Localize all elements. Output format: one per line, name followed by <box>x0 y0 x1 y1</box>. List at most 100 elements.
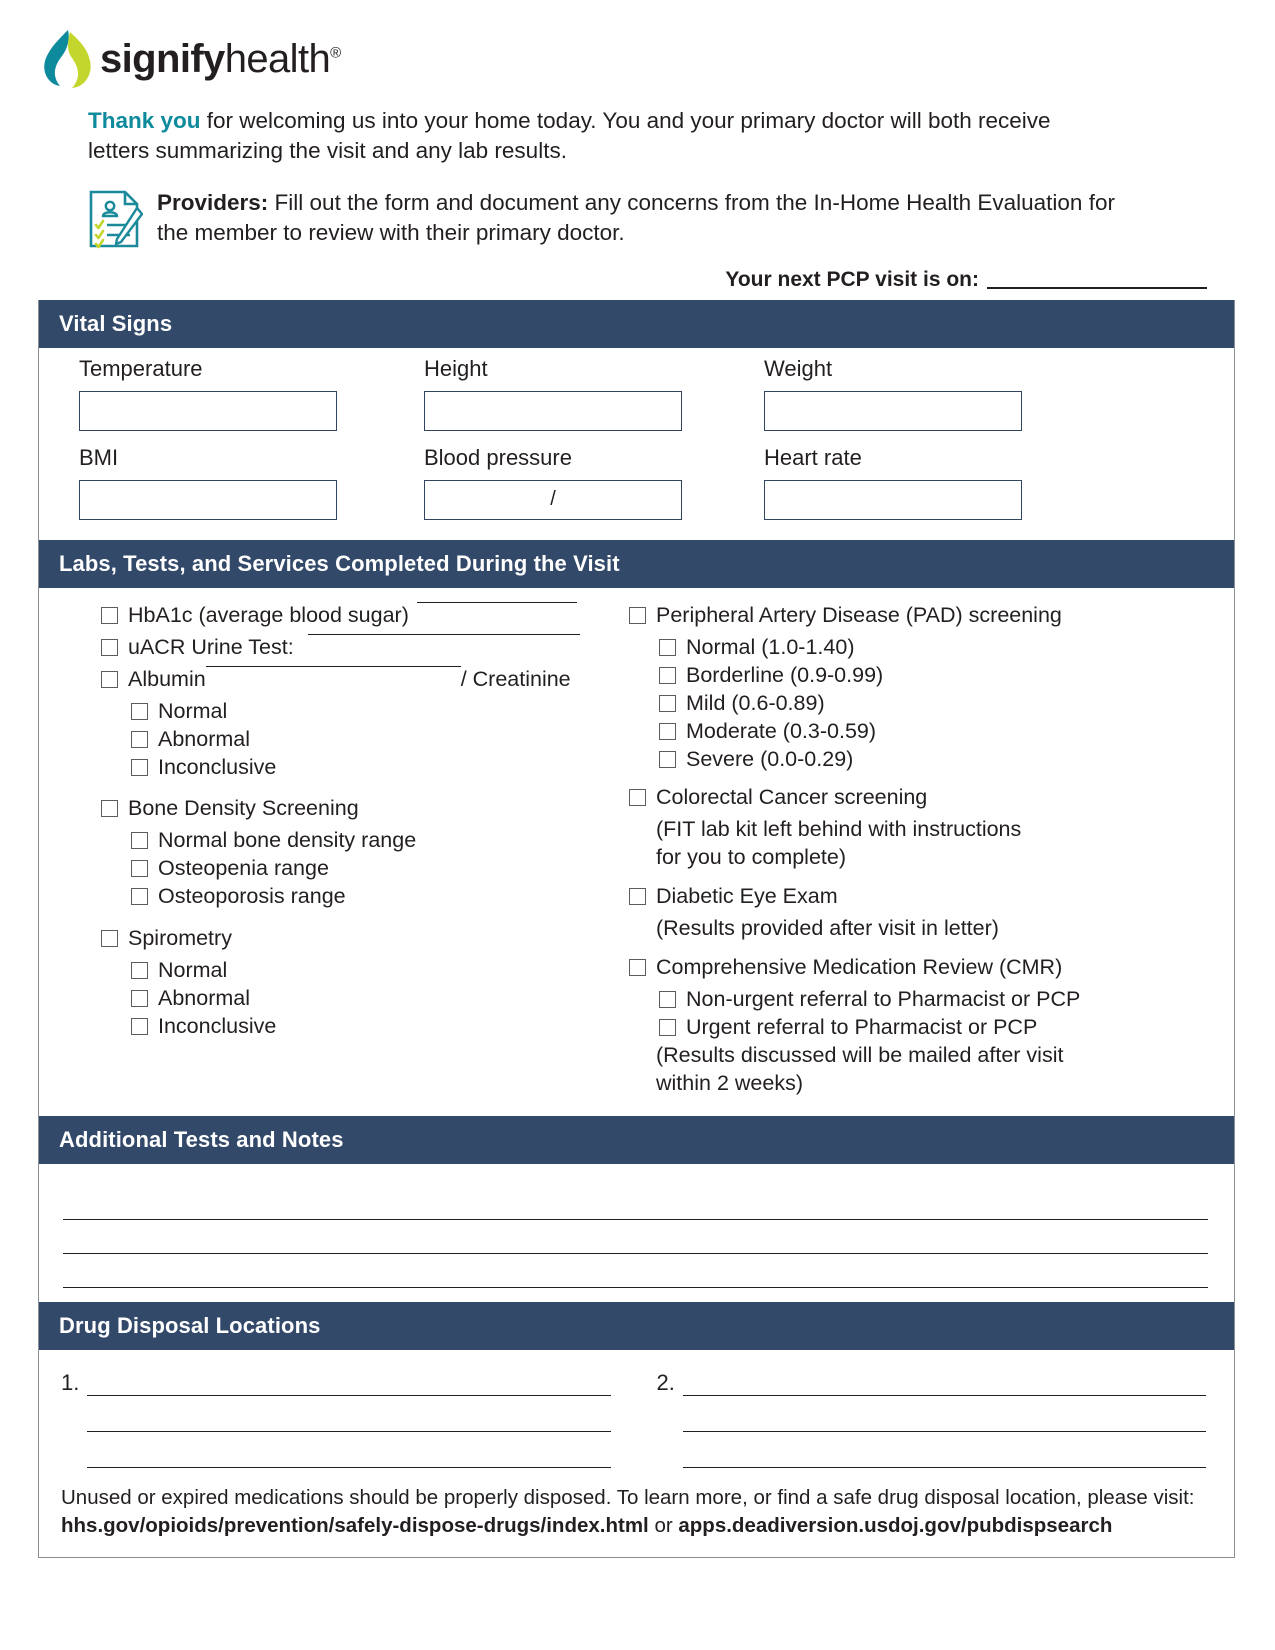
spirometry-options-group: Normal Abnormal Inconclusive <box>101 957 619 1041</box>
drug-disposal-input-1a[interactable] <box>87 1370 611 1396</box>
note-colorectal-line2: for you to complete) <box>656 845 847 870</box>
checkbox-row-albumin[interactable]: Albumin / Creatinine <box>101 665 619 694</box>
brand-header: signifyhealth® <box>0 0 1275 90</box>
checkbox-cmr-nonurgent[interactable] <box>659 991 676 1009</box>
checkbox-row-colorectal[interactable]: Colorectal Cancer screening <box>629 784 1234 812</box>
checkbox-row-diabetic-eye-exam[interactable]: Diabetic Eye Exam <box>629 883 1234 911</box>
vital-label-blood-pressure: Blood pressure <box>424 444 572 470</box>
checkbox-row-pad-severe[interactable]: Severe (0.0-0.29) <box>659 746 1234 774</box>
checkbox-row-cmr-urgent[interactable]: Urgent referral to Pharmacist or PCP <box>659 1014 1234 1042</box>
checkbox-row-osteopenia[interactable]: Osteopenia range <box>131 855 619 883</box>
checkbox-albumin[interactable] <box>101 670 118 688</box>
checkbox-spirometry-normal[interactable] <box>131 962 148 980</box>
vital-input-heart-rate[interactable] <box>764 479 1022 520</box>
label-cmr: Comprehensive Medication Review (CMR) <box>656 955 1063 980</box>
footer-url-deadiversion[interactable]: apps.deadiversion.usdoj.gov/pubdispsearc… <box>678 1514 1112 1537</box>
drug-disposal-input-1b[interactable] <box>87 1396 611 1432</box>
checkbox-albumin-abnormal[interactable] <box>131 730 148 748</box>
label-spirometry-abnormal: Abnormal <box>158 986 251 1011</box>
checkbox-pad-borderline[interactable] <box>659 666 676 684</box>
checkbox-uacr[interactable] <box>101 638 118 656</box>
brand-word-signify: signify <box>100 37 225 81</box>
checkbox-osteopenia[interactable] <box>131 860 148 878</box>
checkbox-spirometry[interactable] <box>101 930 118 948</box>
drug-disposal-entry-1: 1. <box>61 1370 617 1468</box>
checkbox-diabetic-eye-exam[interactable] <box>629 888 646 906</box>
checkbox-row-cmr[interactable]: Comprehensive Medication Review (CMR) <box>629 954 1234 982</box>
checkbox-pad-normal[interactable] <box>659 638 676 656</box>
label-pad-mild: Mild (0.6-0.89) <box>686 690 825 715</box>
checkbox-row-pad-borderline[interactable]: Borderline (0.9-0.99) <box>659 662 1234 690</box>
checkbox-row-pad-mild[interactable]: Mild (0.6-0.89) <box>659 690 1234 718</box>
checkbox-cmr-urgent[interactable] <box>659 1019 676 1037</box>
checkbox-row-spirometry-normal[interactable]: Normal <box>131 957 619 985</box>
checkbox-row-bone-normal[interactable]: Normal bone density range <box>131 827 619 855</box>
checkbox-row-albumin-abnormal[interactable]: Abnormal <box>131 726 619 754</box>
label-cmr-nonurgent: Non-urgent referral to Pharmacist or PCP <box>686 987 1081 1012</box>
checkbox-row-pad-normal[interactable]: Normal (1.0-1.40) <box>659 634 1234 662</box>
input-hba1c-value[interactable] <box>416 601 577 603</box>
checkbox-albumin-normal[interactable] <box>131 702 148 720</box>
checkbox-row-uacr[interactable]: uACR Urine Test: <box>101 633 619 662</box>
brand-word-health: health <box>224 37 331 81</box>
footer-url-hhs[interactable]: hhs.gov/opioids/prevention/safely-dispos… <box>61 1514 649 1537</box>
checkbox-row-cmr-nonurgent[interactable]: Non-urgent referral to Pharmacist or PCP <box>659 986 1234 1014</box>
drug-disposal-input-2c[interactable] <box>682 1432 1206 1468</box>
checkbox-pad-severe[interactable] <box>659 750 676 768</box>
drug-disposal-footer-text: Unused or expired medications should be … <box>39 1468 1234 1551</box>
checkbox-pad-moderate[interactable] <box>659 722 676 740</box>
checkbox-row-spirometry[interactable]: Spirometry <box>101 925 619 953</box>
checkbox-cmr[interactable] <box>629 959 646 977</box>
vital-input-bmi[interactable] <box>79 479 337 520</box>
drug-disposal-entry-2: 2. <box>617 1370 1213 1468</box>
vital-field-blood-pressure: Blood pressure / <box>424 445 764 530</box>
checkbox-pad[interactable] <box>629 606 646 624</box>
label-cmr-urgent: Urgent referral to Pharmacist or PCP <box>686 1015 1038 1040</box>
form-page: signifyhealth® Thank you for welcoming u… <box>0 0 1275 1650</box>
notes-write-line-3[interactable] <box>63 1254 1208 1288</box>
next-pcp-visit-input[interactable] <box>987 286 1207 289</box>
checkbox-bone-normal[interactable] <box>131 832 148 850</box>
checkbox-pad-mild[interactable] <box>659 694 676 712</box>
label-spirometry-normal: Normal <box>158 958 228 983</box>
drug-disposal-input-2a[interactable] <box>682 1370 1206 1396</box>
checkbox-row-spirometry-inconclusive[interactable]: Inconclusive <box>131 1013 619 1041</box>
label-hba1c: HbA1c (average blood sugar) <box>128 602 409 627</box>
checkbox-bone-density[interactable] <box>101 800 118 818</box>
vital-input-height[interactable] <box>424 390 682 431</box>
checkbox-colorectal[interactable] <box>629 789 646 807</box>
vital-input-weight[interactable] <box>764 390 1022 431</box>
notes-write-line-1[interactable] <box>63 1186 1208 1220</box>
label-creatinine: / Creatinine <box>460 666 571 691</box>
section-header-labs: Labs, Tests, and Services Completed Duri… <box>39 539 1234 588</box>
checkbox-spirometry-abnormal[interactable] <box>131 990 148 1008</box>
checkbox-row-bone-density[interactable]: Bone Density Screening <box>101 795 619 823</box>
checkbox-row-albumin-inconclusive[interactable]: Inconclusive <box>131 754 619 782</box>
input-albumin-value[interactable] <box>205 665 461 667</box>
checkbox-row-osteoporosis[interactable]: Osteoporosis range <box>131 883 619 911</box>
drug-disposal-input-1c[interactable] <box>87 1432 611 1468</box>
vital-label-height: Height <box>424 355 488 381</box>
label-osteopenia: Osteopenia range <box>158 856 329 881</box>
input-uacr-value[interactable] <box>307 633 580 635</box>
checkbox-row-pad-moderate[interactable]: Moderate (0.3-0.59) <box>659 718 1234 746</box>
albumin-options-group: Normal Abnormal Inconclusive <box>101 698 619 782</box>
vital-field-bmi: BMI <box>79 445 424 530</box>
drug-disposal-input-2b[interactable] <box>682 1396 1206 1432</box>
checkbox-osteoporosis[interactable] <box>131 888 148 906</box>
checkbox-hba1c[interactable] <box>101 606 118 624</box>
providers-body: Fill out the form and document any conce… <box>157 189 1115 245</box>
brand-wordmark: signifyhealth® <box>100 39 341 79</box>
label-bone-normal: Normal bone density range <box>158 828 417 853</box>
checkbox-row-albumin-normal[interactable]: Normal <box>131 698 619 726</box>
vital-input-blood-pressure[interactable]: / <box>424 479 682 520</box>
section-header-drug-disposal: Drug Disposal Locations <box>39 1301 1234 1350</box>
notes-write-line-2[interactable] <box>63 1220 1208 1254</box>
checkbox-albumin-inconclusive[interactable] <box>131 758 148 776</box>
checkbox-row-pad[interactable]: Peripheral Artery Disease (PAD) screenin… <box>629 602 1234 630</box>
checkbox-spirometry-inconclusive[interactable] <box>131 1018 148 1036</box>
checkbox-row-hba1c[interactable]: HbA1c (average blood sugar) <box>101 601 619 630</box>
checkbox-row-spirometry-abnormal[interactable]: Abnormal <box>131 985 619 1013</box>
vital-input-temperature[interactable] <box>79 390 337 431</box>
label-spirometry-inconclusive: Inconclusive <box>158 1014 277 1039</box>
